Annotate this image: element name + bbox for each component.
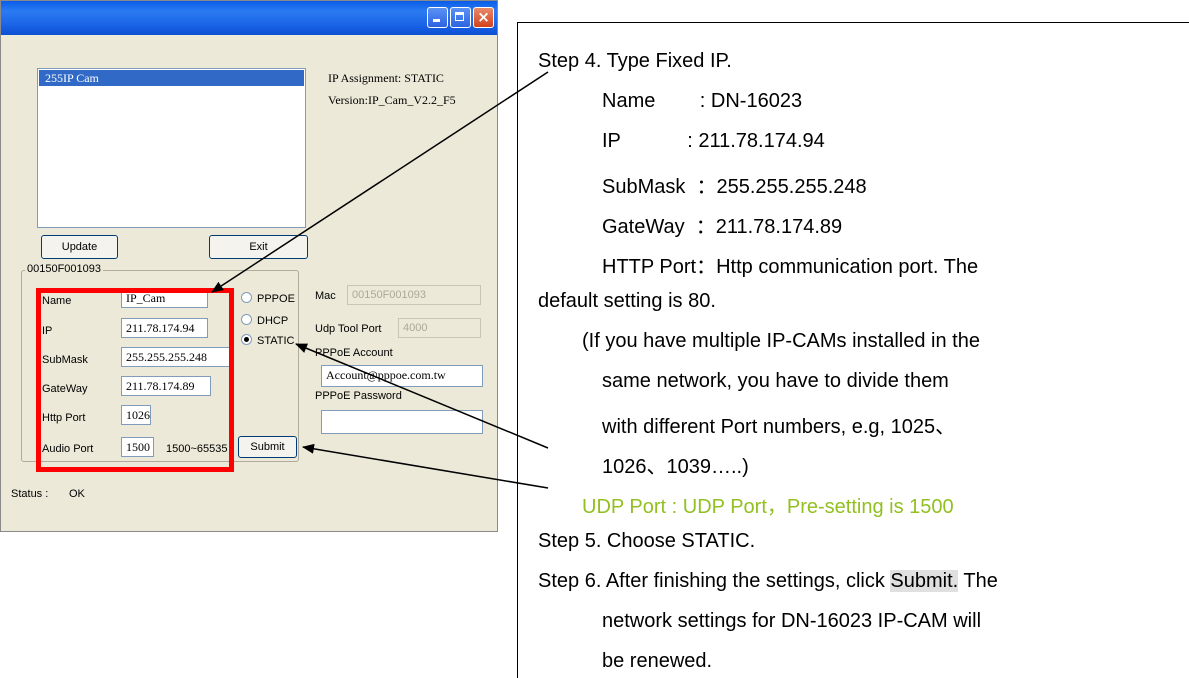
title-bar: ×: [1, 1, 497, 35]
step6-line3: be renewed.: [602, 650, 713, 672]
pppoe-password-field[interactable]: [321, 410, 483, 434]
http-port-instruction: HTTP Port：Http communication port. The: [602, 256, 979, 278]
static-radio[interactable]: STATIC: [241, 334, 294, 347]
ip-cam-utility-window: × 255IP Cam IP Assignment: STATIC Versio…: [0, 0, 498, 532]
pppoe-account-field[interactable]: Account@pppoe.com.tw: [321, 365, 483, 387]
radio-icon: [241, 314, 252, 325]
version-text: Version:IP_Cam_V2.2_F5: [328, 93, 456, 107]
udp-tool-port-label: Udp Tool Port: [315, 323, 382, 335]
pppoe-radio-label: PPPOE: [257, 293, 295, 305]
udp-port-note: UDP Port : UDP Port，Pre-setting is 1500: [582, 496, 954, 518]
pppoe-password-label: PPPoE Password: [315, 390, 402, 402]
highlight-box: [36, 288, 234, 472]
pppoe-radio[interactable]: PPPOE: [241, 292, 295, 305]
port-note-line1: (If you have multiple IP-CAMs installed …: [582, 330, 980, 352]
port-note-line4: 1026、1039…..): [602, 456, 749, 478]
step6-heading: Step 6. After finishing the settings, cl…: [538, 570, 998, 593]
gateway-instruction: GateWay ：211.78.174.89: [602, 216, 843, 238]
radio-icon: [241, 292, 252, 303]
udp-tool-port-field: 4000: [398, 318, 481, 338]
pppoe-account-label: PPPoE Account: [315, 347, 393, 359]
mac-label: Mac: [315, 290, 336, 302]
step5-heading: Step 5. Choose STATIC.: [538, 530, 756, 552]
name-instruction: Name : DN-16023: [602, 90, 803, 112]
group-title: 00150F001093: [25, 263, 104, 275]
close-icon: ×: [477, 8, 490, 26]
minimize-button[interactable]: [427, 7, 448, 28]
submask-instruction: SubMask ：255.255.255.248: [602, 176, 867, 198]
status-label: Status :: [11, 488, 49, 500]
dhcp-radio[interactable]: DHCP: [241, 314, 288, 327]
maximize-button[interactable]: [450, 7, 471, 28]
step6-text: Step 6. After finishing the settings, cl…: [538, 570, 891, 592]
port-note-line2: same network, you have to divide them: [602, 370, 949, 392]
ip-instruction: IP : 211.78.174.94: [602, 130, 825, 152]
mac-field: 00150F001093: [347, 285, 481, 305]
step4-heading: Step 4. Type Fixed IP.: [538, 50, 732, 72]
device-list-item[interactable]: 255IP Cam: [39, 70, 304, 86]
dhcp-radio-label: DHCP: [257, 315, 289, 327]
port-note-line3: with different Port numbers, e.g, 1025、: [602, 416, 956, 438]
radio-selected-icon: [241, 334, 252, 345]
submit-highlight: Submit.: [890, 570, 959, 592]
step6-text-end: The: [958, 570, 998, 592]
device-list[interactable]: 255IP Cam: [37, 68, 306, 228]
submit-button[interactable]: Submit: [238, 436, 297, 458]
exit-button[interactable]: Exit: [209, 235, 308, 259]
static-radio-label: STATIC: [257, 335, 295, 347]
update-button[interactable]: Update: [41, 235, 118, 259]
step6-line2: network settings for DN-16023 IP-CAM wil…: [602, 610, 982, 632]
http-port-default: default setting is 80.: [538, 290, 716, 312]
close-button[interactable]: ×: [473, 7, 494, 28]
status-value: OK: [69, 488, 85, 500]
ip-assignment-text: IP Assignment: STATIC: [328, 71, 444, 85]
